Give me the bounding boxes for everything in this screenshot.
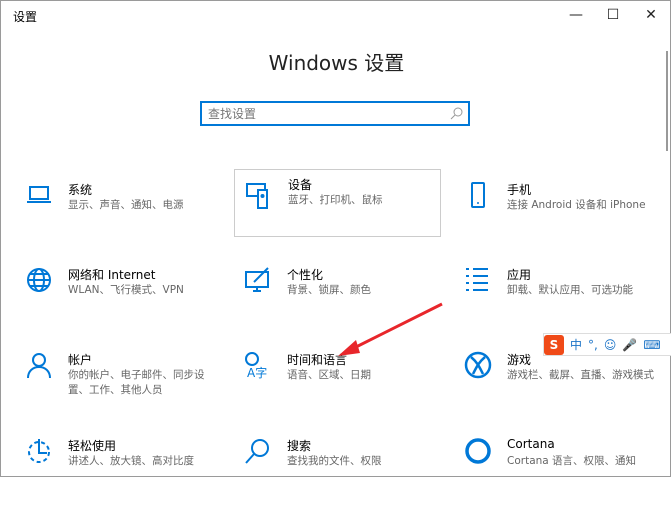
keyboard-icon[interactable]: ⌨: [643, 338, 660, 352]
sogou-logo: S: [544, 334, 564, 355]
ime-toolbar[interactable]: S 中 °, ☺ 🎤 ⌨: [543, 333, 671, 356]
red-arrow-annotation: [338, 302, 443, 356]
ime-punct[interactable]: °,: [588, 338, 598, 352]
ime-mode[interactable]: 中: [570, 336, 582, 353]
emoji-icon[interactable]: ☺: [604, 338, 617, 352]
mic-icon[interactable]: 🎤: [622, 338, 637, 352]
